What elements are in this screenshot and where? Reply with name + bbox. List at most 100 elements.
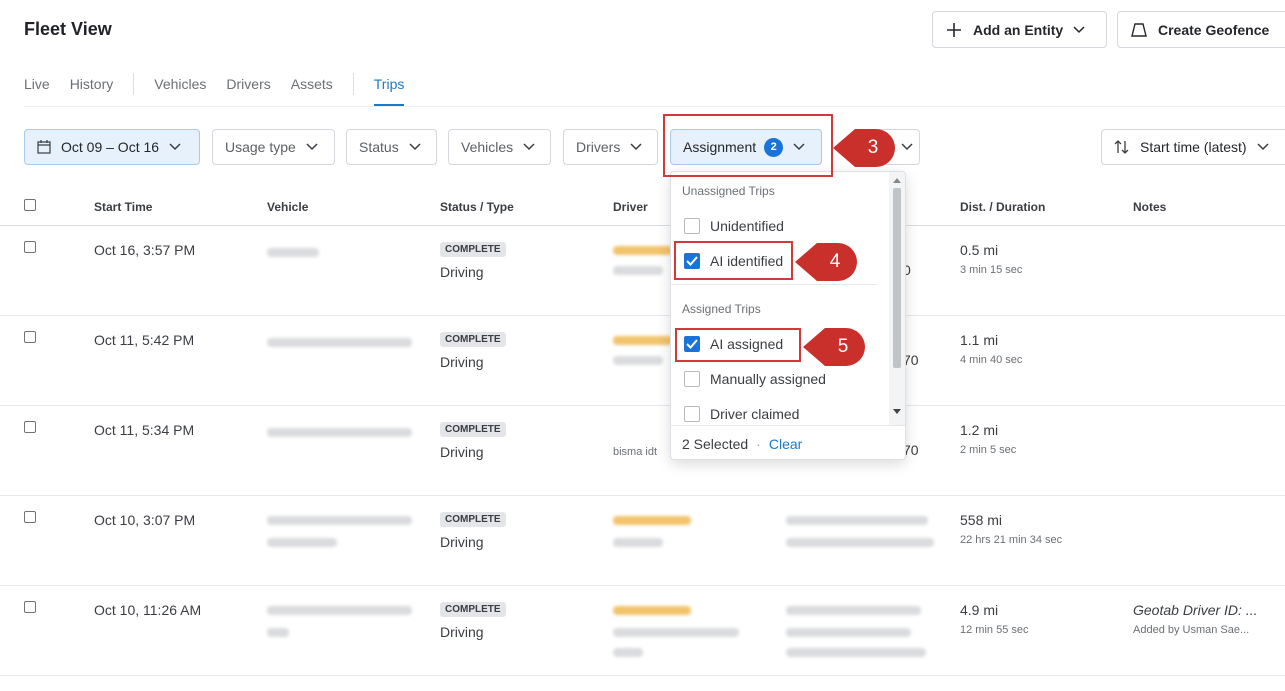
chevron-down-icon (523, 143, 535, 151)
highlight-ai-assigned (675, 328, 801, 362)
table-row[interactable]: Oct 10, 11:26 AM COMPLETE Driving 4.9 mi… (0, 586, 1285, 676)
col-dist-duration[interactable]: Dist. / Duration (960, 200, 1045, 214)
checkbox[interactable] (684, 218, 700, 234)
page-title: Fleet View (24, 19, 112, 39)
drivers-filter[interactable]: Drivers (563, 129, 658, 165)
start-time: Oct 16, 3:57 PM (94, 242, 196, 258)
sort-dropdown[interactable]: Start time (latest) (1101, 129, 1285, 165)
distance: 1.1 mi (960, 332, 999, 348)
start-time: Oct 10, 3:07 PM (94, 512, 196, 528)
status-badge: COMPLETE (440, 512, 506, 527)
vehicle-name-redacted (267, 428, 412, 437)
create-geofence-label: Create Geofence (1158, 21, 1270, 38)
distance: 4.9 mi (960, 602, 999, 618)
col-driver[interactable]: Driver (613, 200, 648, 214)
duration: 2 min 5 sec (960, 444, 1017, 456)
selected-count: 2 Selected (682, 435, 749, 452)
assignment-badge-redacted (613, 516, 691, 525)
address-redacted (786, 516, 928, 525)
row-checkbox[interactable] (24, 241, 36, 253)
col-start-time[interactable]: Start Time (94, 200, 152, 214)
trip-type: Driving (440, 264, 484, 280)
callout-number: 3 (855, 129, 895, 167)
usage-type-filter[interactable]: Usage type (212, 129, 335, 165)
section-unassigned-trips: Unassigned Trips (682, 184, 775, 198)
row-checkbox[interactable] (24, 421, 36, 433)
separator-dot: · (756, 435, 761, 452)
vehicle-name-redacted (267, 516, 412, 525)
callout-pointer (833, 129, 855, 167)
trip-type: Driving (440, 624, 484, 640)
highlight-ai-identified (674, 241, 793, 280)
vehicle-name-redacted (267, 248, 319, 257)
tab-assets[interactable]: Assets (291, 70, 333, 98)
chevron-down-icon (1073, 25, 1085, 34)
address-redacted (786, 628, 911, 637)
duration: 22 hrs 21 min 34 sec (960, 534, 1063, 546)
distance: 558 mi (960, 512, 1003, 528)
tab-drivers[interactable]: Drivers (226, 70, 270, 98)
col-status-type[interactable]: Status / Type (440, 200, 514, 214)
tab-vehicles[interactable]: Vehicles (154, 70, 206, 98)
dropdown-footer: 2 Selected · Clear (671, 425, 905, 459)
col-vehicle[interactable]: Vehicle (267, 200, 308, 214)
status-badge: COMPLETE (440, 422, 506, 437)
table-row[interactable]: Oct 10, 3:07 PM COMPLETE Driving 558 mi … (0, 496, 1285, 586)
vehicle-name-redacted (267, 338, 412, 347)
usage-type-label: Usage type (225, 139, 296, 155)
address-redacted (786, 648, 926, 657)
distance: 1.2 mi (960, 422, 999, 438)
plus-icon (945, 21, 963, 39)
col-notes[interactable]: Notes (1133, 200, 1166, 214)
option-manually-assigned[interactable]: Manually assigned (684, 371, 826, 387)
row-checkbox[interactable] (24, 331, 36, 343)
table-row[interactable]: Oct 11, 5:42 PM COMPLETE Driving 70 1.1 … (0, 316, 1285, 406)
vehicle-name-redacted (267, 538, 337, 547)
driver-name-redacted (613, 628, 739, 637)
sort-label: Start time (latest) (1140, 139, 1247, 155)
row-checkbox[interactable] (24, 511, 36, 523)
scrollbar-thumb[interactable] (893, 188, 901, 368)
scroll-up-arrow-icon[interactable] (893, 178, 901, 183)
assignment-badge-redacted (613, 336, 673, 345)
option-driver-claimed[interactable]: Driver claimed (684, 406, 799, 422)
status-filter[interactable]: Status (346, 129, 437, 165)
date-range-filter[interactable]: Oct 09 – Oct 16 (24, 129, 200, 165)
scroll-down-arrow-icon[interactable] (893, 409, 901, 414)
status-badge: COMPLETE (440, 332, 506, 347)
tab-history[interactable]: History (70, 70, 114, 98)
driver-name-redacted (613, 356, 663, 365)
driver-name-redacted (613, 648, 643, 657)
select-all-checkbox[interactable] (24, 199, 36, 211)
chevron-down-icon (169, 143, 181, 151)
vehicles-filter[interactable]: Vehicles (448, 129, 551, 165)
section-assigned-trips: Assigned Trips (682, 302, 761, 316)
highlight-assignment (663, 114, 833, 177)
clear-button[interactable]: Clear (769, 436, 802, 452)
assignment-dropdown: Unassigned Trips Unidentified AI identif… (670, 171, 906, 460)
callout-3: 3 (833, 129, 895, 167)
checkbox[interactable] (684, 371, 700, 387)
date-range-label: Oct 09 – Oct 16 (61, 139, 160, 155)
chevron-down-icon (306, 143, 318, 151)
scrollbar[interactable] (889, 172, 905, 425)
callout-number: 5 (825, 328, 865, 366)
tabs-underline (24, 106, 1285, 107)
start-time: Oct 11, 5:42 PM (94, 332, 195, 348)
tab-live[interactable]: Live (24, 70, 50, 98)
row-checkbox[interactable] (24, 601, 36, 613)
assignment-badge-redacted (613, 246, 673, 255)
geofence-icon (1130, 21, 1148, 39)
add-entity-button[interactable]: Add an Entity (932, 11, 1107, 48)
option-label: Unidentified (710, 218, 784, 234)
option-unidentified[interactable]: Unidentified (684, 218, 784, 234)
checkbox[interactable] (684, 406, 700, 422)
table-row[interactable]: Oct 11, 5:34 PM COMPLETE Driving bisma i… (0, 406, 1285, 496)
status-label: Status (359, 139, 399, 155)
note-author: Added by Usman Sae... (1133, 624, 1250, 636)
create-geofence-button[interactable]: Create Geofence (1117, 11, 1285, 48)
status-badge: COMPLETE (440, 602, 506, 617)
distance: 0.5 mi (960, 242, 999, 258)
table-row[interactable]: Oct 16, 3:57 PM COMPLETE Driving 0 0.5 m… (0, 226, 1285, 316)
tab-trips[interactable]: Trips (373, 70, 405, 106)
